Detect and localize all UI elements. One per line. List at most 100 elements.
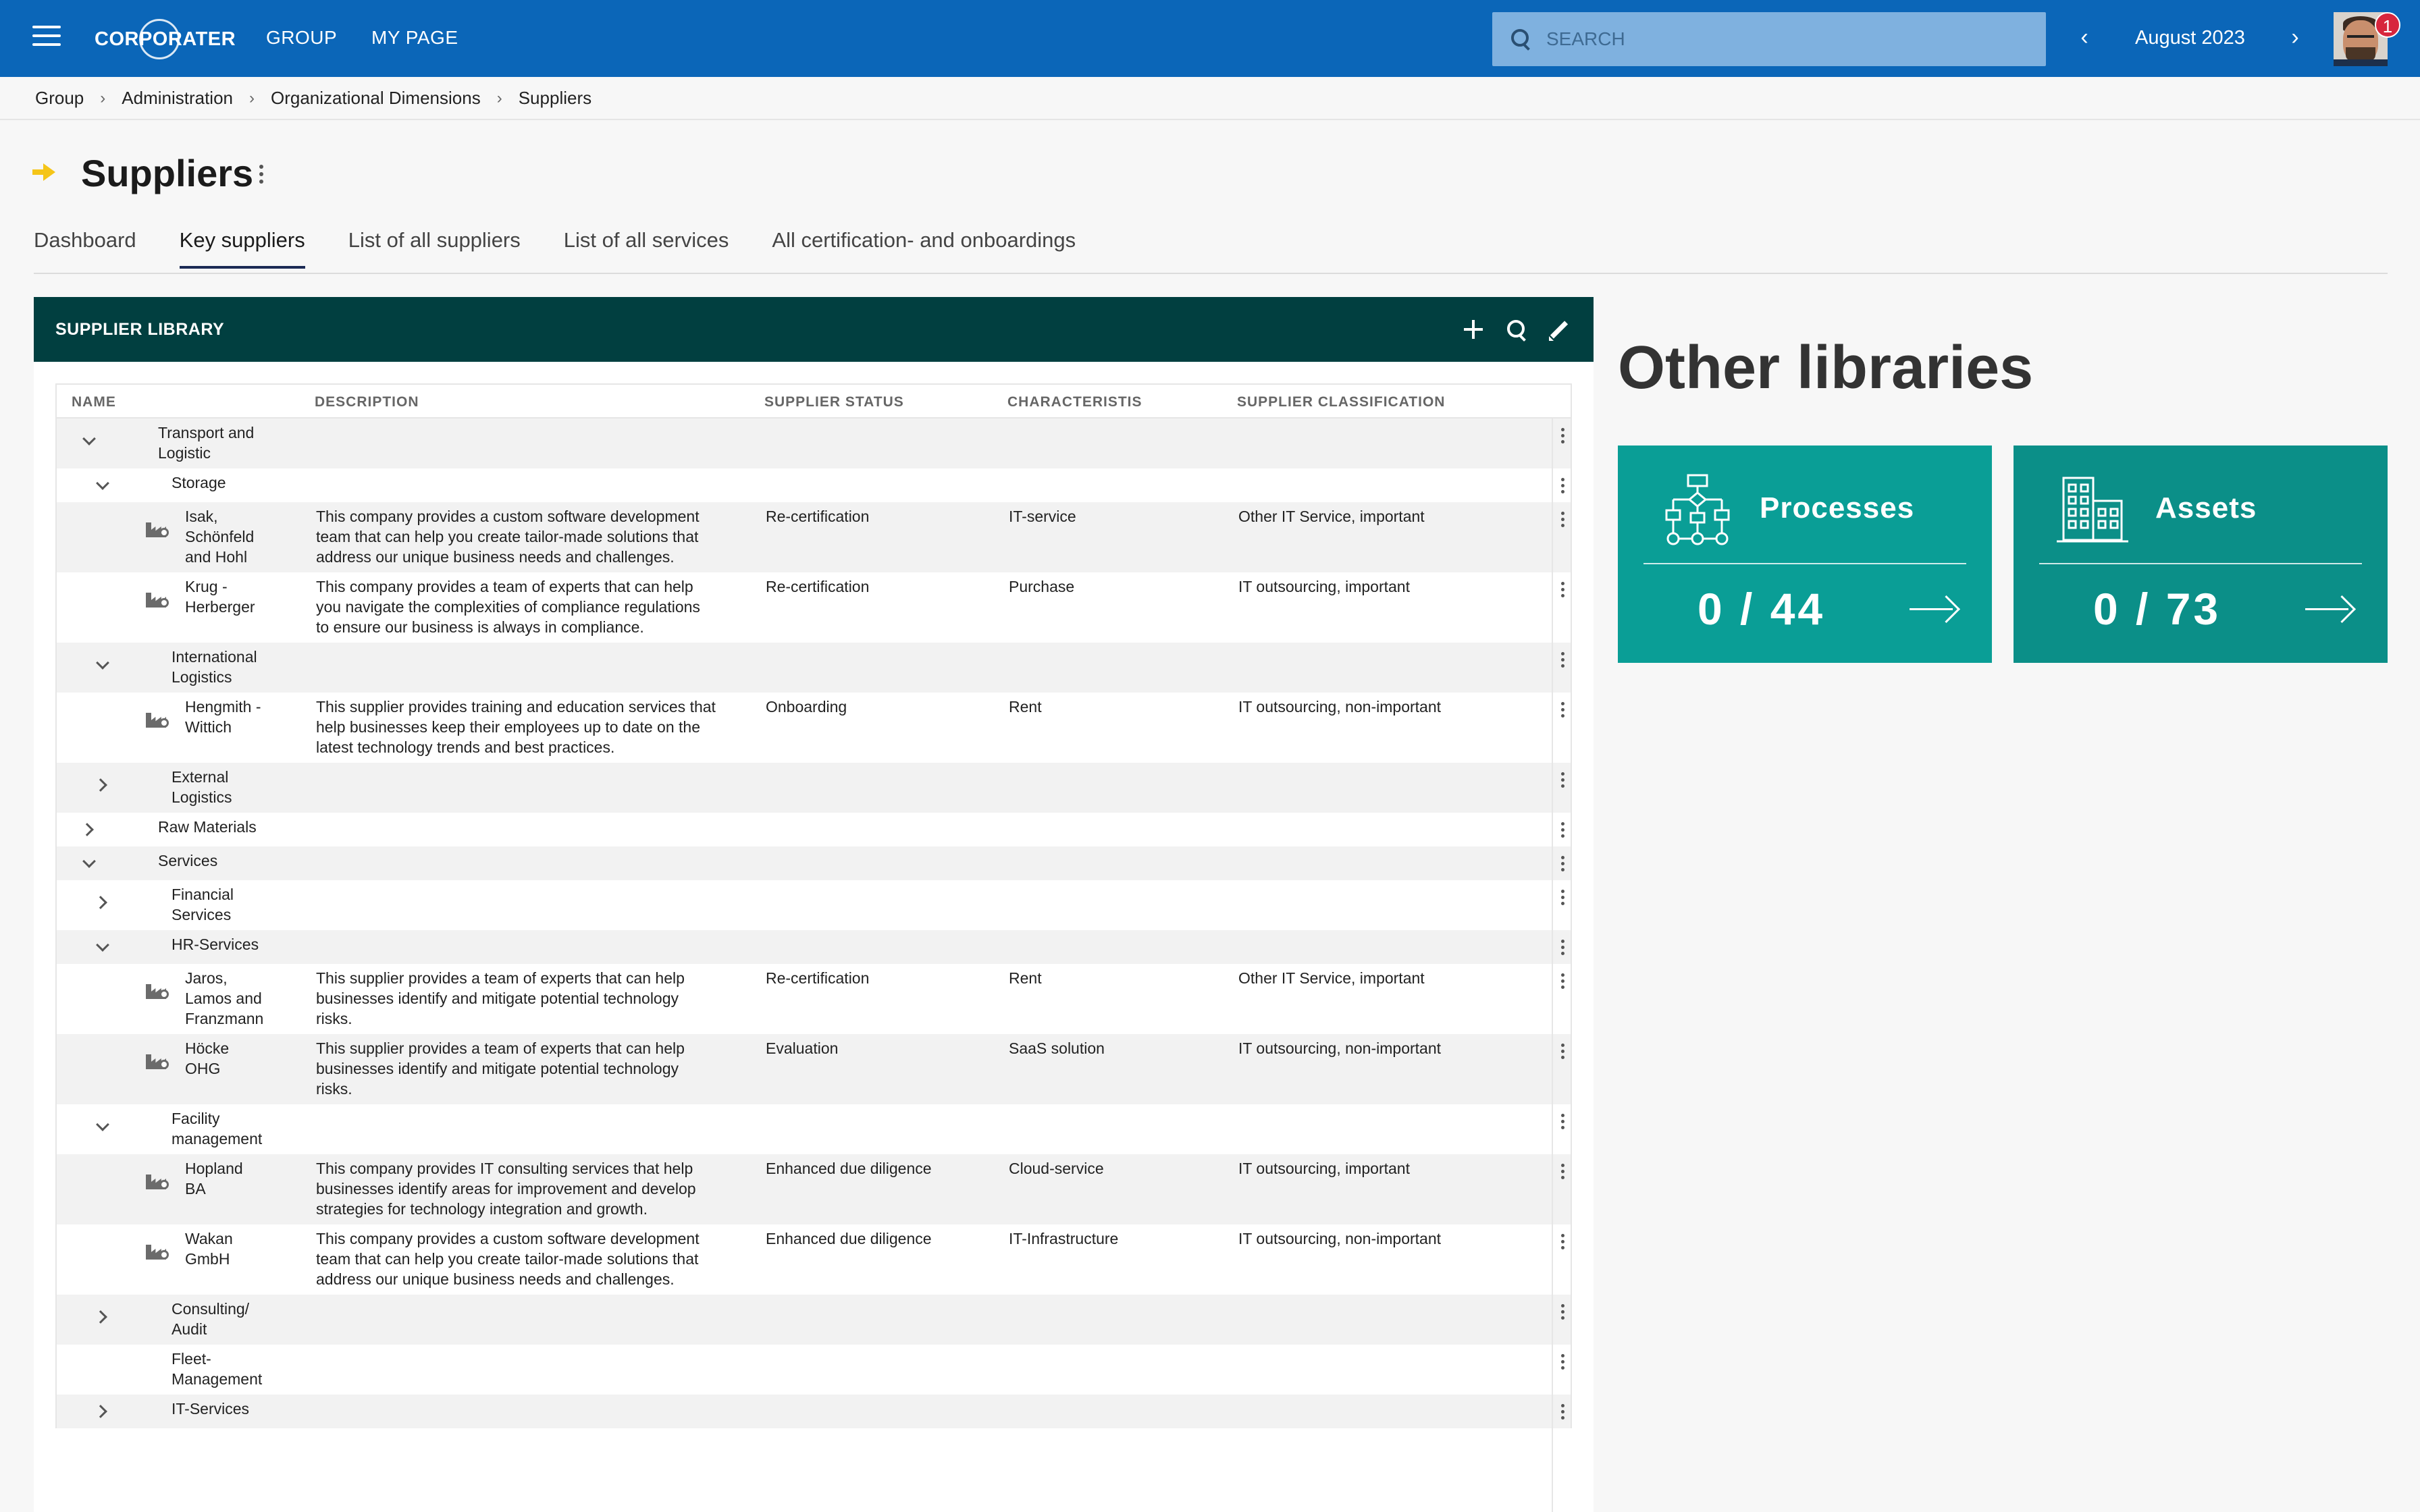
chevron-right-icon[interactable] xyxy=(95,776,111,792)
chevron-down-icon[interactable] xyxy=(95,656,111,672)
tab-dashboard[interactable]: Dashboard xyxy=(34,228,136,269)
chevron-right-icon[interactable] xyxy=(95,894,111,910)
group-row[interactable]: HR-Services xyxy=(57,930,1571,964)
group-row[interactable]: Raw Materials xyxy=(57,813,1571,846)
group-row[interactable]: Fleet- Management xyxy=(57,1345,1571,1395)
supplier-row[interactable]: Hopland BA This company provides IT consul… xyxy=(57,1154,1571,1224)
row-name[interactable]: Financial Services xyxy=(172,884,234,925)
corporater-logo[interactable]: CORPORATER xyxy=(95,19,236,59)
group-row[interactable]: External Logistics xyxy=(57,763,1571,813)
notification-badge[interactable]: 1 xyxy=(2375,12,2400,38)
nav-my-page[interactable]: MY PAGE xyxy=(371,27,458,49)
row-menu-icon[interactable] xyxy=(1561,582,1567,600)
row-menu-icon[interactable] xyxy=(1561,1164,1567,1182)
row-menu-icon[interactable] xyxy=(1561,1114,1567,1132)
processes-card[interactable]: Processes 0 / 44 xyxy=(1618,446,1992,663)
breadcrumb-suppliers[interactable]: Suppliers xyxy=(519,88,591,109)
row-menu-icon[interactable] xyxy=(1561,822,1567,840)
tab-list-of-all-services[interactable]: List of all services xyxy=(564,228,729,269)
column-header-supplier-classification[interactable]: SUPPLIER CLASSIFICATION xyxy=(1237,394,1445,410)
row-menu-icon[interactable] xyxy=(1561,940,1567,958)
edit-icon[interactable] xyxy=(1546,316,1573,343)
row-menu-icon[interactable] xyxy=(1561,702,1567,720)
row-name[interactable]: Isak, Schönfeld and Hohl xyxy=(185,506,254,567)
chevron-right-icon[interactable] xyxy=(81,821,97,837)
row-menu-icon[interactable] xyxy=(1561,512,1567,530)
row-menu-icon[interactable] xyxy=(1561,1044,1567,1062)
row-menu-icon[interactable] xyxy=(1561,973,1567,992)
breadcrumb-administration[interactable]: Administration xyxy=(122,88,233,109)
row-menu-icon[interactable] xyxy=(1561,428,1567,446)
supplier-row[interactable]: Höcke OHG This supplier provides a team of… xyxy=(57,1034,1571,1104)
group-row[interactable]: Consulting/Audit xyxy=(57,1295,1571,1345)
nav-group[interactable]: GROUP xyxy=(266,27,337,49)
row-name[interactable]: Storage xyxy=(172,473,226,493)
group-row[interactable]: Financial Services xyxy=(57,880,1571,930)
chevron-right-icon[interactable] xyxy=(95,1308,111,1324)
chevron-down-icon[interactable] xyxy=(95,938,111,954)
row-menu-icon[interactable] xyxy=(1561,1304,1567,1322)
group-row[interactable]: Storage xyxy=(57,468,1571,502)
menu-icon[interactable] xyxy=(32,26,61,50)
tab-certifications-onboardings[interactable]: All certification- and onboardings xyxy=(772,228,1076,269)
chevron-down-icon[interactable] xyxy=(81,432,97,448)
chevron-down-icon[interactable] xyxy=(95,1118,111,1134)
row-name[interactable]: Hopland BA xyxy=(185,1158,243,1199)
chevron-right-icon[interactable] xyxy=(95,1403,111,1419)
row-name[interactable]: Transport and Logistic xyxy=(158,423,254,463)
row-name[interactable]: Services xyxy=(158,850,217,871)
assets-card[interactable]: Assets 0 / 73 xyxy=(2014,446,2388,663)
period-selector[interactable]: August 2023 xyxy=(2135,27,2245,49)
breadcrumb-group[interactable]: Group xyxy=(35,88,84,109)
row-name[interactable]: IT-Services xyxy=(172,1399,249,1419)
next-period-icon[interactable]: › xyxy=(2284,26,2307,49)
row-name[interactable]: Fleet- Management xyxy=(172,1349,262,1389)
search-input[interactable] xyxy=(1546,28,2019,50)
group-row[interactable]: International Logistics xyxy=(57,643,1571,693)
supplier-row[interactable]: Hengmith - Wittich This supplier provides … xyxy=(57,693,1571,763)
page-menu-icon[interactable] xyxy=(259,165,265,187)
chevron-down-icon[interactable] xyxy=(95,477,111,493)
row-name[interactable]: Facility management xyxy=(172,1108,262,1149)
row-name[interactable]: External Logistics xyxy=(172,767,232,807)
search-icon[interactable] xyxy=(1503,316,1530,343)
add-icon[interactable] xyxy=(1460,316,1487,343)
row-menu-icon[interactable] xyxy=(1561,856,1567,874)
row-name[interactable]: HR-Services xyxy=(172,934,259,954)
row-menu-icon[interactable] xyxy=(1561,652,1567,670)
supplier-row[interactable]: Wakan GmbH This company provides a custom … xyxy=(57,1224,1571,1295)
row-name[interactable]: Hengmith - Wittich xyxy=(185,697,261,737)
previous-period-icon[interactable]: ‹ xyxy=(2073,26,2096,49)
supplier-row[interactable]: Krug - Herberger This company provides a t… xyxy=(57,572,1571,643)
group-row[interactable]: Transport and Logistic xyxy=(57,418,1571,468)
column-header-characteristics[interactable]: CHARACTERISTIS xyxy=(1007,394,1142,410)
column-header-description[interactable]: DESCRIPTION xyxy=(315,394,419,410)
column-header-supplier-status[interactable]: SUPPLIER STATUS xyxy=(764,394,904,410)
row-menu-icon[interactable] xyxy=(1561,1404,1567,1422)
group-row[interactable]: Facility management xyxy=(57,1104,1571,1154)
column-header-name[interactable]: NAME xyxy=(72,394,116,410)
row-name[interactable]: Krug - Herberger xyxy=(185,576,255,617)
arrow-right-icon[interactable] xyxy=(1910,595,1955,622)
chevron-down-icon[interactable] xyxy=(81,855,97,871)
supplier-row[interactable]: Isak, Schönfeld and Hohl This company provi… xyxy=(57,502,1571,572)
row-menu-icon[interactable] xyxy=(1561,1234,1567,1252)
tab-list-of-all-suppliers[interactable]: List of all suppliers xyxy=(348,228,521,269)
arrow-right-icon[interactable] xyxy=(2305,595,2351,622)
row-name[interactable]: Höcke OHG xyxy=(185,1038,229,1079)
row-menu-icon[interactable] xyxy=(1561,890,1567,908)
row-name[interactable]: Wakan GmbH xyxy=(185,1228,233,1269)
row-name[interactable]: Consulting/Audit xyxy=(172,1299,249,1339)
group-row[interactable]: IT-Services xyxy=(57,1395,1571,1428)
row-menu-icon[interactable] xyxy=(1561,478,1567,496)
row-name[interactable]: International Logistics xyxy=(172,647,257,687)
group-row[interactable]: Services xyxy=(57,846,1571,880)
tab-key-suppliers[interactable]: Key suppliers xyxy=(179,228,305,269)
breadcrumb-organizational-dimensions[interactable]: Organizational Dimensions xyxy=(271,88,481,109)
row-name[interactable]: Raw Materials xyxy=(158,817,257,837)
row-name[interactable]: Jaros, Lamos and Franzmann xyxy=(185,968,263,1029)
row-menu-icon[interactable] xyxy=(1561,1354,1567,1372)
search-box[interactable] xyxy=(1492,12,2046,66)
row-menu-icon[interactable] xyxy=(1561,772,1567,790)
supplier-row[interactable]: Jaros, Lamos and Franzmann This supplier pr… xyxy=(57,964,1571,1034)
